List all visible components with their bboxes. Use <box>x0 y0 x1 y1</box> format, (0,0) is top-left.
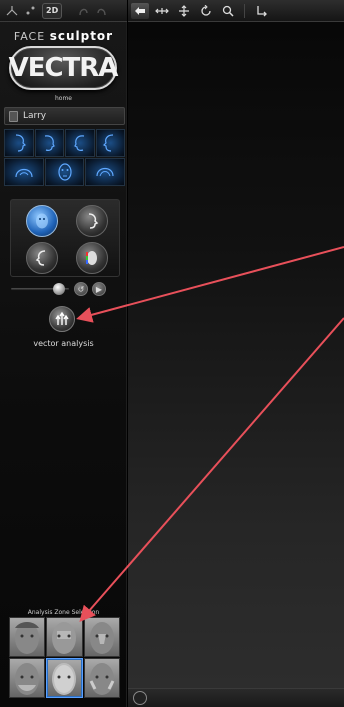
view-left-profile[interactable] <box>95 129 125 157</box>
redo-icon[interactable] <box>94 3 110 19</box>
view-bottom[interactable] <box>85 158 126 186</box>
zone-upper-right[interactable] <box>83 617 120 657</box>
zone-selection-grid <box>9 617 120 698</box>
home-link[interactable]: home <box>0 95 127 102</box>
3d-viewport[interactable] <box>128 0 344 707</box>
left-panel: 2D FACE sculptor VECTRA home Larry ↺ ▶ v… <box>0 0 127 707</box>
profile-icon <box>88 213 99 229</box>
opacity-slider-row: ↺ ▶ <box>10 280 122 298</box>
reset-icon[interactable]: ↺ <box>74 282 88 296</box>
profile-tool-button[interactable] <box>76 205 108 237</box>
vector-analysis-button[interactable] <box>49 306 75 332</box>
points-icon[interactable] <box>23 3 39 19</box>
vectra-logo: VECTRA <box>8 46 119 90</box>
face-bottom-icon <box>96 167 114 177</box>
face-icon <box>36 213 48 229</box>
camera-icon[interactable] <box>133 691 147 705</box>
face-zone-icon <box>15 622 40 654</box>
contour-icon <box>35 250 46 266</box>
face-oblique-icon <box>45 135 56 151</box>
zone-upper-left[interactable] <box>9 617 46 657</box>
viewport-status-bar <box>128 688 344 707</box>
logo-text: VECTRA <box>8 53 119 83</box>
face-zone-icon <box>89 663 115 695</box>
color-map-tool-button[interactable] <box>76 242 108 274</box>
face-top-icon <box>15 168 33 178</box>
view-left-oblique[interactable] <box>65 129 95 157</box>
front-view-row <box>4 158 126 186</box>
patient-selector[interactable]: Larry <box>4 107 125 125</box>
patient-file-icon <box>9 110 18 122</box>
zone-lower-center[interactable] <box>46 658 83 698</box>
pan-horizontal-icon[interactable] <box>153 3 171 19</box>
zone-lower-right[interactable] <box>83 658 120 698</box>
face-oblique-icon <box>73 135 84 151</box>
brand-prefix: FACE <box>13 30 46 43</box>
spin-icon[interactable] <box>197 3 215 19</box>
face-profile-icon <box>15 134 26 152</box>
reset-view-icon[interactable] <box>252 3 270 19</box>
tool-palette <box>10 199 120 277</box>
slider-knob[interactable] <box>53 283 65 295</box>
view-right-profile[interactable] <box>4 129 34 157</box>
toolbar-divider <box>244 3 245 18</box>
vector-arrows-icon <box>55 311 69 325</box>
face-tool-button[interactable] <box>26 205 58 237</box>
patient-name: Larry <box>23 111 47 121</box>
view-front[interactable] <box>44 158 85 186</box>
face-zone-icon <box>15 663 40 695</box>
viewport-toolbar <box>128 0 344 22</box>
contour-tool-button[interactable] <box>26 242 58 274</box>
brand-product: sculptor <box>49 29 114 43</box>
left-toolbar: 2D <box>0 0 127 22</box>
zone-lower-left[interactable] <box>9 658 46 698</box>
opacity-slider[interactable] <box>10 283 70 295</box>
vector-analysis-label: vector analysis <box>33 339 94 348</box>
face-zone-icon <box>89 622 114 654</box>
face-zone-icon <box>52 663 77 695</box>
undo-icon[interactable] <box>75 3 91 19</box>
zone-upper-center[interactable] <box>46 617 83 657</box>
zone-selection-title: Analysis Zone Selection <box>27 609 100 616</box>
play-icon[interactable]: ▶ <box>92 282 106 296</box>
color-map-icon <box>86 251 97 265</box>
2d-mode-button[interactable]: 2D <box>42 2 63 19</box>
profile-view-row <box>4 129 125 157</box>
view-right-oblique[interactable] <box>34 129 64 157</box>
face-zone-icon <box>52 622 77 654</box>
face-profile-icon <box>103 134 114 152</box>
move-icon[interactable] <box>175 3 193 19</box>
view-top[interactable] <box>4 158 44 186</box>
axis-icon[interactable] <box>4 3 20 19</box>
brand-title: FACE sculptor <box>0 29 127 43</box>
face-front-icon <box>57 163 72 181</box>
zoom-icon[interactable] <box>219 3 237 19</box>
rotate-icon[interactable] <box>131 2 149 19</box>
